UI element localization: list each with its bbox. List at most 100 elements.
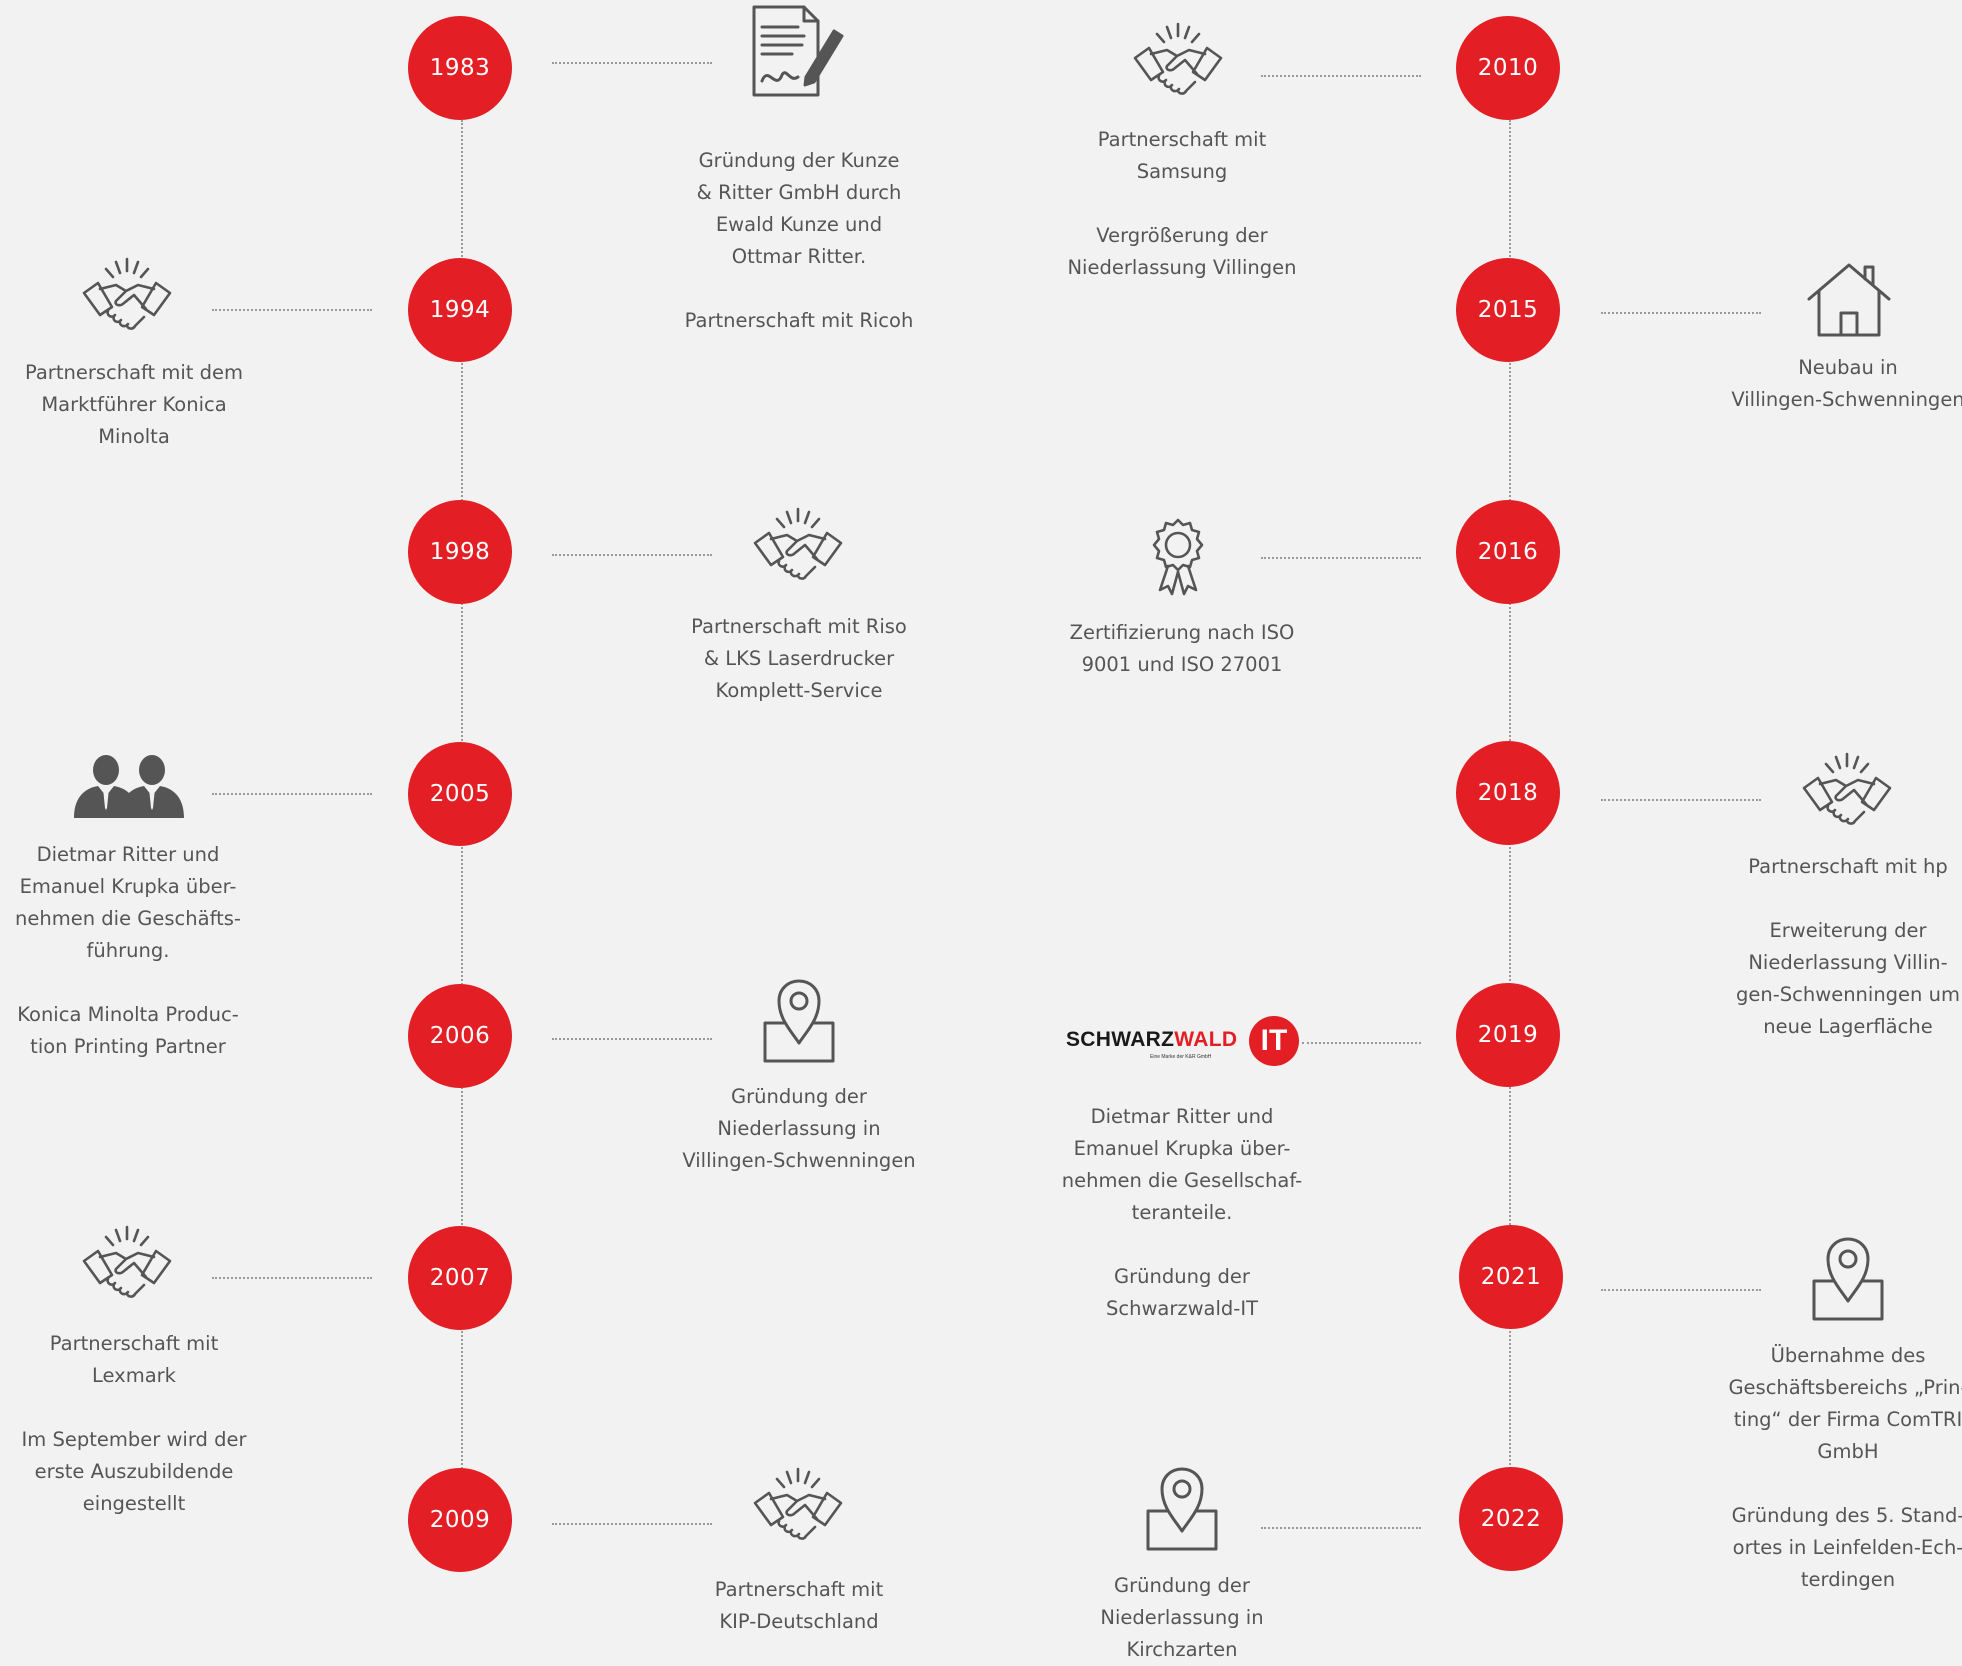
event-2006-description: Gründung der Niederlassung in Villingen-Sc… <box>649 1081 949 1177</box>
connector-2007 <box>212 1277 372 1279</box>
description-line: Neubau in <box>1798 356 1898 379</box>
description-line: ortes in Leinfelden-Ech- <box>1732 1536 1962 1559</box>
location-pin-icon <box>1144 1467 1220 1551</box>
event-2009-description: Partnerschaft mit KIP-Deutschland <box>649 1574 949 1638</box>
description-line: Villingen-Schwenningen <box>682 1149 916 1172</box>
description-line: terdingen <box>1800 1568 1896 1591</box>
location-pin-icon <box>1810 1237 1886 1321</box>
certificate-rosette-icon <box>1150 518 1206 596</box>
event-2015-description: Neubau in Villingen-Schwenningen <box>1698 352 1962 416</box>
description-line: Gründung der <box>1114 1574 1250 1597</box>
year-badge-2022: 2022 <box>1459 1467 1563 1571</box>
connector-2010 <box>1261 75 1421 77</box>
year-badge-2009: 2009 <box>408 1468 512 1572</box>
event-1994-description: Partnerschaft mit dem Marktführer Konica M… <box>0 357 284 453</box>
schwarzwald-it-logo: SCHWARZWALD Eine Marke der K&R GmbH IT <box>1066 1014 1306 1070</box>
description-line: Niederlassung Villin- <box>1748 951 1948 974</box>
description-line: Gründung der <box>1114 1265 1250 1288</box>
contract-signing-icon <box>748 5 844 101</box>
description-line: Emanuel Krupka über- <box>19 875 237 898</box>
description-line: Partnerschaft mit hp <box>1748 855 1948 878</box>
description-line: Partnerschaft mit dem <box>24 361 244 384</box>
description-line: tion Printing Partner <box>30 1035 226 1058</box>
description-line: Emanuel Krupka über- <box>1073 1137 1291 1160</box>
description-line: Konica Minolta Produc- <box>17 1003 239 1026</box>
connector-2015 <box>1601 312 1761 314</box>
connector-2018 <box>1601 799 1761 801</box>
description-line: Kirchzarten <box>1126 1638 1238 1661</box>
handshake-icon <box>753 507 843 585</box>
description-line: teranteile. <box>1131 1201 1233 1224</box>
description-line: Ewald Kunze und <box>715 213 883 236</box>
description-line: & Ritter GmbH durch <box>696 181 902 204</box>
description-line: führung. <box>86 939 170 962</box>
description-line: GmbH <box>1817 1440 1879 1463</box>
year-badge-2007: 2007 <box>408 1226 512 1330</box>
handshake-icon <box>753 1467 843 1545</box>
year-badge-2018: 2018 <box>1456 741 1560 845</box>
year-badge-2016: 2016 <box>1456 500 1560 604</box>
logo-wordmark: SCHWARZWALD <box>1066 1028 1238 1051</box>
connector-2005 <box>212 793 372 795</box>
connector-2016 <box>1261 557 1421 559</box>
description-line: Niederlassung in <box>1100 1606 1264 1629</box>
description-line: Partnerschaft mit Ricoh <box>684 309 914 332</box>
description-line: 9001 und ISO 27001 <box>1081 653 1283 676</box>
description-line: neue Lagerfläche <box>1763 1015 1933 1038</box>
year-badge-1994: 1994 <box>408 258 512 362</box>
event-2018-description: Partnerschaft mit hp Erweiterung der Nied… <box>1698 851 1962 1043</box>
event-2016-description: Zertifizierung nach ISO 9001 und ISO 2700… <box>1032 617 1332 681</box>
year-badge-1998: 1998 <box>408 500 512 604</box>
description-line: gen-Schwenningen um <box>1736 983 1960 1006</box>
event-1998-description: Partnerschaft mit Riso & LKS Laserdrucker… <box>649 611 949 707</box>
description-line: nehmen die Geschäfts- <box>15 907 241 930</box>
connector-2021 <box>1601 1289 1761 1291</box>
handshake-icon <box>82 257 172 335</box>
description-line: Dietmar Ritter und <box>1090 1105 1274 1128</box>
year-badge-2019: 2019 <box>1456 983 1560 1087</box>
logo-tagline: Eine Marke der K&R GmbH <box>1150 1054 1212 1060</box>
year-badge-2005: 2005 <box>408 742 512 846</box>
description-line: Gründung des 5. Stand- <box>1731 1504 1962 1527</box>
event-2019-description: Dietmar Ritter und Emanuel Krupka über-ne… <box>1032 1101 1332 1325</box>
description-line: Vergrößerung der <box>1096 224 1268 247</box>
description-line: Niederlassung in <box>717 1117 881 1140</box>
description-line: Zertifizierung nach ISO <box>1069 621 1295 644</box>
description-line: & LKS Laserdrucker <box>703 647 895 670</box>
year-badge-2006: 2006 <box>408 984 512 1088</box>
description-line: Minolta <box>98 425 170 448</box>
description-line: Niederlassung Villingen <box>1067 256 1297 279</box>
description-line: Partnerschaft mit <box>714 1578 884 1601</box>
description-line: KIP-Deutschland <box>719 1610 879 1633</box>
description-line: Übernahme des <box>1770 1344 1926 1367</box>
event-1983-description: Gründung der Kunze & Ritter GmbH durch Ewa… <box>649 145 949 337</box>
description-line: Gründung der <box>731 1085 867 1108</box>
year-badge-1983: 1983 <box>408 16 512 120</box>
description-line: Erweiterung der <box>1769 919 1927 942</box>
description-line: Marktführer Konica <box>41 393 227 416</box>
description-line: nehmen die Gesellschaf- <box>1061 1169 1303 1192</box>
year-badge-2021: 2021 <box>1459 1225 1563 1329</box>
description-line: Partnerschaft mit <box>1097 128 1267 151</box>
event-2021-description: Übernahme des Geschäftsbereichs „Prin-tin… <box>1698 1340 1962 1596</box>
year-badge-2015: 2015 <box>1456 258 1560 362</box>
description-line: Samsung <box>1136 160 1228 183</box>
description-line: eingestellt <box>82 1492 186 1515</box>
description-line: Partnerschaft mit <box>49 1332 219 1355</box>
handshake-icon <box>1133 22 1223 100</box>
description-line: Lexmark <box>92 1364 176 1387</box>
description-line: ting“ der Firma ComTRI <box>1733 1408 1962 1431</box>
event-2005-description: Dietmar Ritter und Emanuel Krupka über-ne… <box>0 839 278 1063</box>
connector-1994 <box>212 309 372 311</box>
business-people-icon <box>72 752 184 818</box>
connector-2019 <box>1302 1042 1421 1044</box>
connector-2009 <box>552 1523 712 1525</box>
handshake-icon <box>82 1225 172 1303</box>
year-badge-2010: 2010 <box>1456 16 1560 120</box>
connector-1998 <box>552 554 712 556</box>
description-line: Geschäftsbereichs „Prin- <box>1728 1376 1962 1399</box>
description-line: Villingen-Schwenningen <box>1731 388 1962 411</box>
event-2010-description: Partnerschaft mit Samsung Vergrößerung de… <box>1032 124 1332 284</box>
handshake-icon <box>1802 752 1892 830</box>
house-icon <box>1807 263 1891 337</box>
